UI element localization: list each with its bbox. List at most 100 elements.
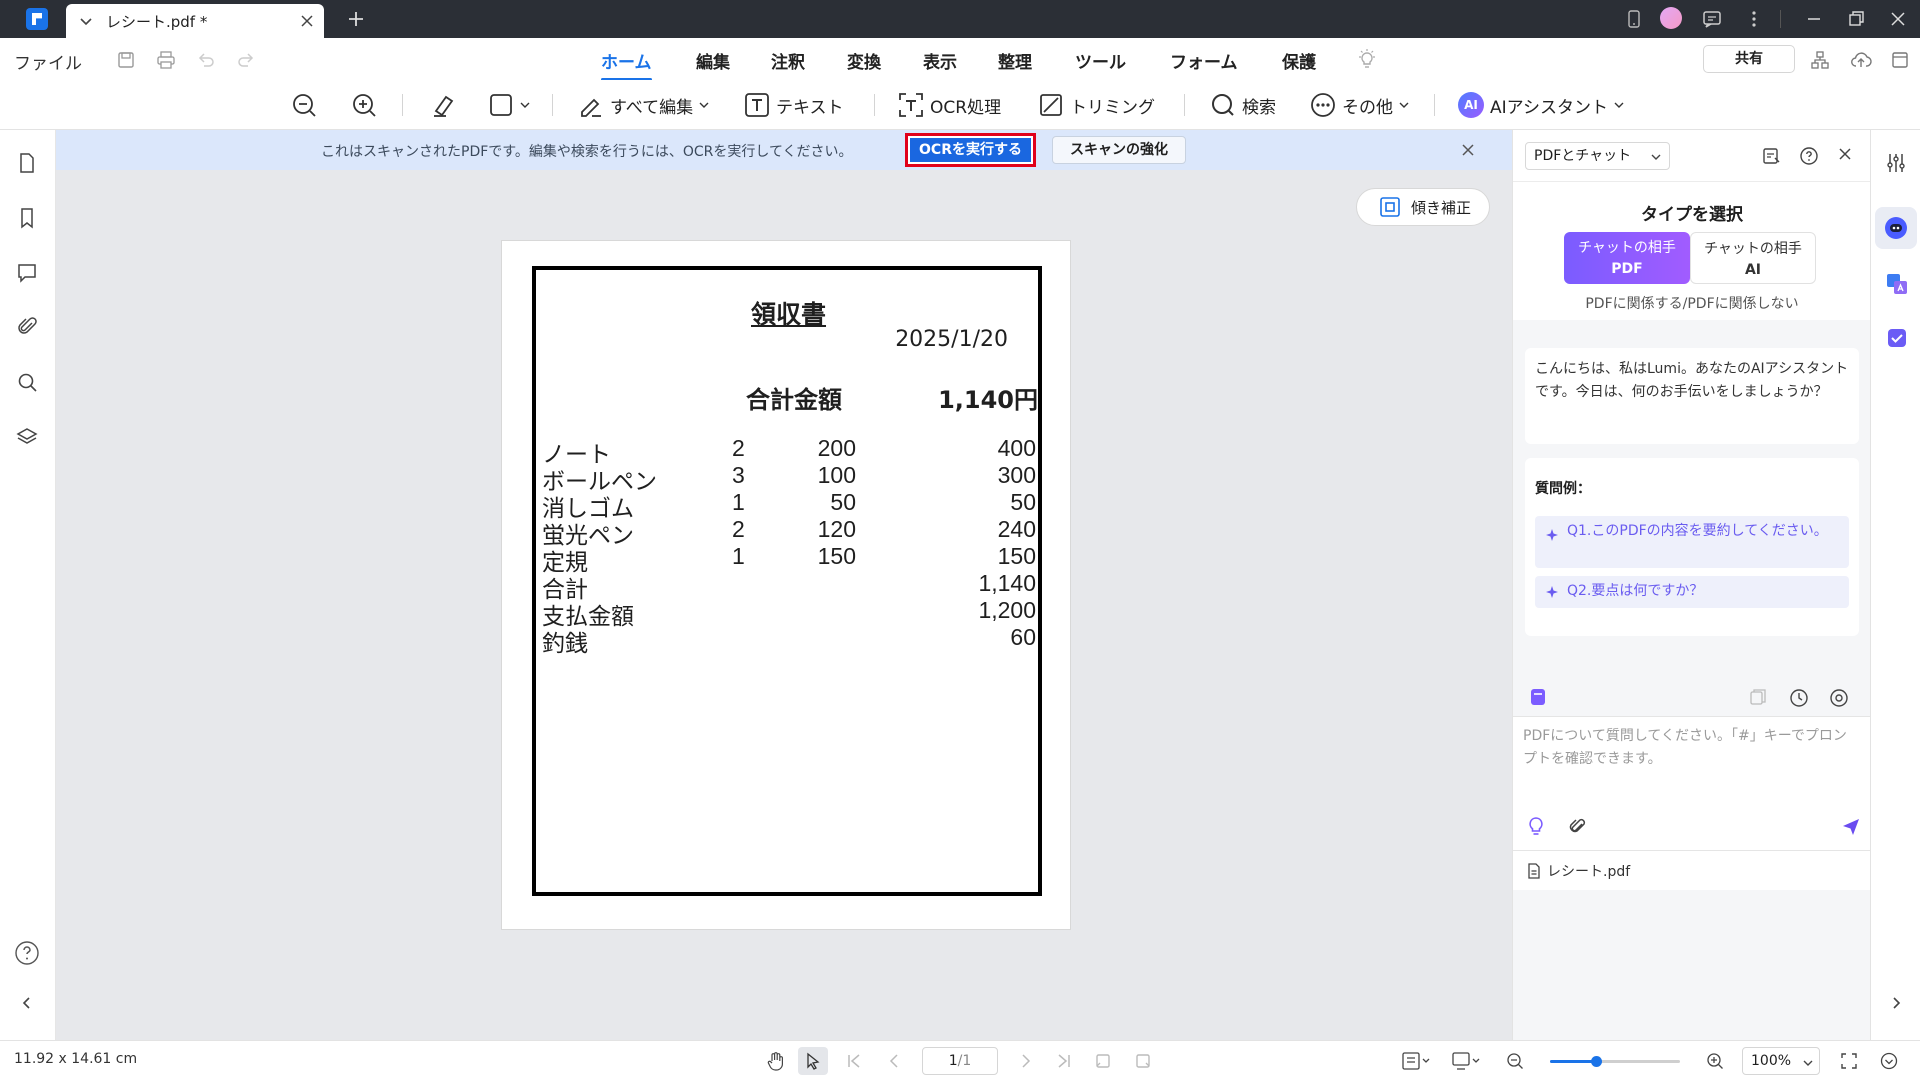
zoom-out-small-icon[interactable]	[1506, 1052, 1524, 1070]
page-layout-icon[interactable]	[1452, 1052, 1482, 1070]
zoom-slider[interactable]	[1550, 1056, 1680, 1067]
chat-mode-select[interactable]: PDFとチャット	[1525, 142, 1670, 170]
search-icon[interactable]	[16, 371, 38, 393]
share-button[interactable]: 共有	[1703, 45, 1795, 73]
tab-home[interactable]: ホーム	[601, 48, 652, 81]
history-clock-icon[interactable]	[1789, 688, 1809, 708]
panel-close-icon[interactable]	[1837, 146, 1853, 162]
tab-tools[interactable]: ツール	[1075, 48, 1126, 73]
deskew-button[interactable]: 傾き補正	[1356, 188, 1490, 226]
new-chat-icon[interactable]	[1761, 146, 1781, 166]
cloud-upload-icon[interactable]	[1850, 50, 1872, 70]
ocr-button[interactable]: OCR処理	[898, 89, 1001, 121]
example-question-1[interactable]: Q1.このPDFの内容を要約してください。	[1535, 516, 1849, 568]
zoom-in-small-icon[interactable]	[1706, 1052, 1724, 1070]
zoom-slider-handle[interactable]	[1590, 1056, 1602, 1067]
fullscreen-icon[interactable]	[1840, 1052, 1858, 1070]
edit-all-button[interactable]: すべて編集	[578, 89, 709, 121]
attachment-icon[interactable]	[16, 316, 38, 338]
next-page-icon[interactable]	[1018, 1053, 1034, 1069]
minimize-icon[interactable]	[1804, 9, 1824, 29]
task-check-icon[interactable]	[1885, 326, 1909, 350]
crop-label: トリミング	[1070, 97, 1155, 118]
zoom-out-icon	[293, 94, 316, 117]
zoom-level-select[interactable]: 100%	[1742, 1047, 1820, 1075]
example-question-2[interactable]: Q2.要点は何ですか？	[1535, 576, 1849, 608]
network-icon[interactable]	[1810, 50, 1830, 70]
collapse-right-icon[interactable]	[1889, 996, 1903, 1010]
zoom-in-button[interactable]	[350, 89, 378, 121]
lightbulb-icon[interactable]	[1356, 48, 1378, 70]
status-more-icon[interactable]	[1880, 1052, 1898, 1070]
window-close-icon[interactable]	[1888, 9, 1908, 29]
banner-close-icon[interactable]	[1460, 142, 1476, 158]
more-vertical-icon[interactable]	[1744, 9, 1764, 29]
new-tab-plus-icon[interactable]	[346, 9, 366, 29]
help-icon[interactable]	[14, 940, 40, 966]
layers-icon[interactable]	[16, 426, 38, 448]
translate-icon[interactable]	[1885, 272, 1909, 296]
prev-page-icon[interactable]	[886, 1053, 902, 1069]
chat-input[interactable]: PDFについて質問してください。「#」キーでプロンプトを確認できます。	[1513, 716, 1871, 850]
run-ocr-label: OCRを実行する	[910, 138, 1031, 162]
bookmark-icon[interactable]	[16, 207, 38, 229]
chat-with-ai-option[interactable]: チャットの相手 AI	[1690, 232, 1816, 284]
message-icon[interactable]	[1702, 9, 1722, 29]
select-tool-button[interactable]	[798, 1047, 828, 1075]
crop-button[interactable]: トリミング	[1038, 89, 1155, 121]
settings-gear-icon[interactable]	[1829, 688, 1849, 708]
page-number-input[interactable]: 1/1	[922, 1047, 998, 1075]
prompt-library-icon[interactable]	[1529, 688, 1547, 706]
ai-chat-tab[interactable]	[1875, 207, 1917, 249]
restore-icon[interactable]	[1846, 9, 1866, 29]
document-canvas[interactable]: 傾き補正 領収書 2025/1/20 合計金額 1,140円 ノート 2 200…	[56, 170, 1512, 1040]
run-ocr-button[interactable]: OCRを実行する	[905, 133, 1036, 167]
send-icon[interactable]	[1841, 817, 1861, 837]
collapse-left-icon[interactable]	[20, 996, 34, 1010]
zoom-out-button[interactable]	[290, 89, 318, 121]
attach-paperclip-icon[interactable]	[1567, 817, 1587, 837]
attached-file[interactable]: レシート.pdf	[1513, 850, 1871, 890]
comment-icon[interactable]	[16, 262, 38, 284]
receipt-item-amount: 50	[1010, 489, 1036, 515]
chat-with-pdf-option[interactable]: チャットの相手 PDF	[1564, 232, 1690, 284]
rotate-right-icon[interactable]	[1134, 1052, 1152, 1070]
redo-icon[interactable]	[236, 50, 256, 70]
print-icon[interactable]	[156, 50, 176, 70]
tab-convert[interactable]: 変換	[847, 48, 881, 73]
page-thumbnail-icon[interactable]	[16, 152, 38, 174]
shape-button[interactable]	[488, 89, 530, 121]
user-avatar[interactable]	[1660, 7, 1682, 29]
last-page-icon[interactable]	[1056, 1053, 1072, 1069]
hand-tool-icon[interactable]	[766, 1051, 786, 1071]
tab-annotate[interactable]: 注釈	[771, 48, 805, 73]
search-button[interactable]: 検索	[1210, 89, 1276, 121]
sliders-icon[interactable]	[1885, 152, 1907, 174]
tab-chevron-down-icon[interactable]	[78, 13, 94, 29]
document-tab[interactable]: レシート.pdf *	[66, 4, 324, 38]
tablet-mode-icon[interactable]	[1624, 9, 1644, 29]
toolbar-divider	[402, 94, 403, 116]
undo-icon[interactable]	[196, 50, 216, 70]
enhance-scan-button[interactable]: スキャンの強化	[1052, 136, 1186, 164]
ai-assistant-button[interactable]: AI AIアシスタント	[1458, 89, 1624, 121]
help-icon[interactable]	[1799, 146, 1819, 166]
tab-protect[interactable]: 保護	[1282, 48, 1316, 73]
save-icon[interactable]	[116, 50, 136, 70]
more-button[interactable]: その他	[1310, 89, 1409, 121]
panel-expand-icon[interactable]	[1890, 50, 1910, 70]
tab-edit[interactable]: 編集	[696, 48, 730, 73]
text-button[interactable]: テキスト	[744, 89, 844, 121]
file-menu[interactable]: ファイル	[14, 49, 82, 74]
app-logo-icon	[26, 8, 48, 30]
page-fit-icon[interactable]	[1402, 1052, 1432, 1070]
tab-organize[interactable]: 整理	[998, 48, 1032, 73]
tab-view[interactable]: 表示	[923, 48, 957, 73]
tab-form[interactable]: フォーム	[1170, 48, 1238, 73]
idea-bulb-icon[interactable]	[1527, 816, 1545, 836]
copy-chat-icon[interactable]	[1749, 688, 1767, 706]
rotate-left-icon[interactable]	[1094, 1052, 1112, 1070]
highlight-button[interactable]	[430, 89, 458, 121]
tab-close-icon[interactable]	[300, 14, 314, 28]
first-page-icon[interactable]	[846, 1053, 862, 1069]
